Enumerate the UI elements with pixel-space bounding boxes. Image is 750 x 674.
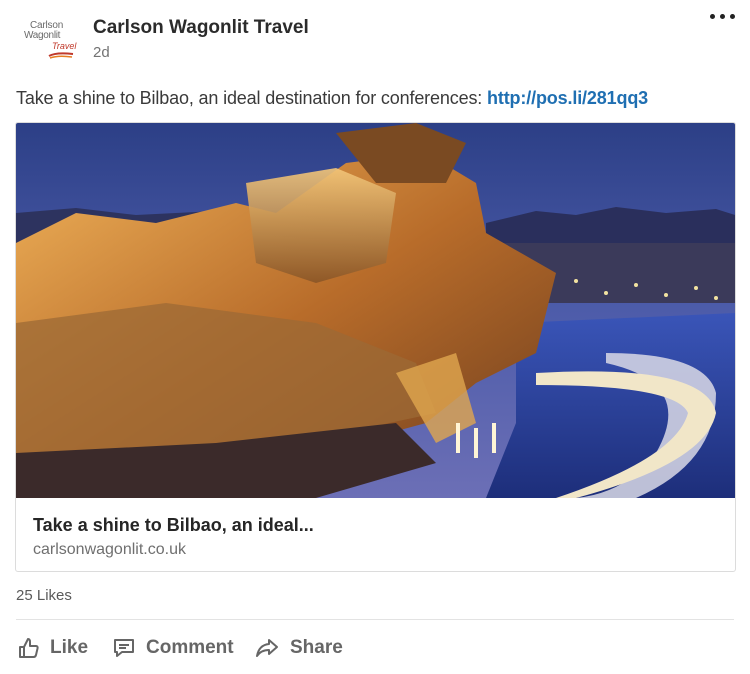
more-options-button[interactable] [704,6,740,26]
post-commentary: Take a shine to Bilbao, an ideal destina… [16,88,736,109]
more-horizontal-icon [709,13,715,19]
thumbs-up-icon [19,638,39,658]
author-name[interactable]: Carlson Wagonlit Travel [93,17,309,39]
share-button[interactable]: Share [254,632,343,664]
article-domain: carlsonwagonlit.co.uk [33,541,186,558]
commentary-link[interactable]: http://pos.li/281qq3 [487,88,648,108]
commentary-text: Take a shine to Bilbao, an ideal destina… [16,88,488,108]
feed-post: Carlson Wagonlit Travel Carlson Wagonlit… [0,0,750,674]
logo-swoosh-icon [48,52,74,59]
comment-label: Comment [146,637,234,658]
share-label: Share [290,637,343,658]
actions-divider [16,619,734,620]
likes-count[interactable]: 25 Likes [16,587,72,604]
like-button[interactable]: Like [16,632,88,664]
share-arrow-icon [256,639,278,657]
more-dot [729,13,735,19]
like-label: Like [50,637,89,658]
comment-button[interactable]: Comment [112,632,234,664]
article-title[interactable]: Take a shine to Bilbao, an ideal... [33,515,314,536]
article-card[interactable]: Take a shine to Bilbao, an ideal... carl… [15,122,736,572]
post-timestamp: 2d [93,44,110,61]
more-dot [719,13,725,19]
comment-icon [114,639,134,657]
company-logo[interactable]: Carlson Wagonlit Travel [22,20,76,62]
article-image[interactable] [16,123,735,498]
